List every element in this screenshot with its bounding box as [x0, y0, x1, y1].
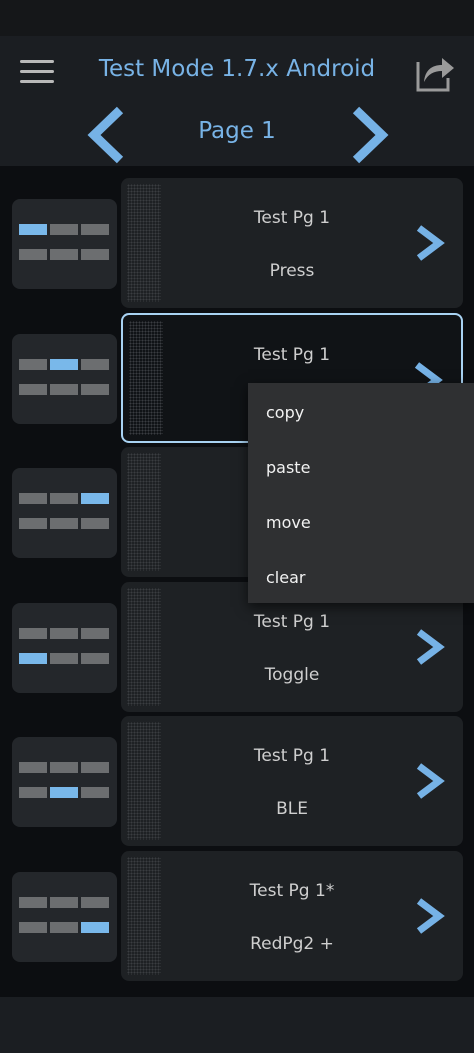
chevron-right-icon[interactable]	[413, 763, 447, 799]
menu-icon[interactable]	[20, 60, 54, 86]
grid-cell	[50, 493, 78, 504]
grid-cell	[50, 384, 78, 395]
grid-cell	[19, 897, 47, 908]
grid-cell-active	[50, 359, 78, 370]
status-bar	[0, 0, 474, 36]
grid-cell-active	[19, 653, 47, 664]
grid-cell	[81, 897, 109, 908]
share-icon[interactable]	[412, 50, 456, 94]
page-label: Page 1	[198, 118, 276, 144]
list-item: Test Pg 1* RedPg2 +	[0, 851, 474, 981]
grid-cell	[50, 518, 78, 529]
button-grid-thumbnail[interactable]	[12, 199, 117, 289]
drag-handle[interactable]	[127, 588, 161, 706]
grid-cell-active	[81, 493, 109, 504]
card-subtitle: Toggle	[264, 665, 320, 685]
button-grid-thumbnail[interactable]	[12, 603, 117, 693]
grid-cell	[19, 249, 47, 260]
button-grid-thumbnail[interactable]	[12, 872, 117, 962]
grid-cell-active	[50, 787, 78, 798]
chevron-right-icon[interactable]	[346, 106, 392, 164]
grid-cell-active	[81, 922, 109, 933]
menu-item-clear[interactable]: clear	[266, 568, 305, 587]
grid-cell	[50, 628, 78, 639]
chevron-left-icon[interactable]	[84, 106, 130, 164]
card-title: Test Pg 1	[253, 208, 331, 228]
grid-cell	[19, 493, 47, 504]
card-subtitle: BLE	[276, 799, 308, 819]
drag-handle[interactable]	[127, 857, 161, 975]
grid-cell	[50, 653, 78, 664]
menu-item-paste[interactable]: paste	[266, 458, 310, 477]
grid-cell	[19, 762, 47, 773]
grid-cell	[50, 897, 78, 908]
grid-cell	[81, 518, 109, 529]
button-card[interactable]: Test Pg 1 BLE	[121, 716, 463, 846]
grid-cell	[19, 518, 47, 529]
page-title: Test Mode 1.7.x Android	[98, 56, 376, 82]
button-card[interactable]: Test Pg 1* RedPg2 +	[121, 851, 463, 981]
list-item: Test Pg 1 BLE	[0, 716, 474, 846]
grid-cell	[50, 922, 78, 933]
grid-cell	[50, 762, 78, 773]
grid-cell	[81, 249, 109, 260]
grid-cell-active	[19, 224, 47, 235]
button-grid-thumbnail[interactable]	[12, 468, 117, 558]
menu-item-move[interactable]: move	[266, 513, 311, 532]
grid-cell	[81, 787, 109, 798]
card-title: Test Pg 1	[253, 612, 331, 632]
grid-cell	[19, 384, 47, 395]
chevron-right-icon[interactable]	[413, 898, 447, 934]
context-menu: copy paste move clear	[248, 383, 474, 603]
button-card[interactable]: Test Pg 1 Press	[121, 178, 463, 308]
drag-handle[interactable]	[127, 453, 161, 571]
grid-cell	[81, 653, 109, 664]
card-subtitle: RedPg2 +	[250, 934, 334, 954]
button-grid-thumbnail[interactable]	[12, 737, 117, 827]
grid-cell	[81, 224, 109, 235]
drag-handle[interactable]	[129, 321, 163, 435]
grid-cell	[19, 628, 47, 639]
grid-cell	[19, 359, 47, 370]
grid-cell	[81, 359, 109, 370]
chevron-right-icon[interactable]	[413, 225, 447, 261]
drag-handle[interactable]	[127, 184, 161, 302]
card-title: Test Pg 1	[253, 345, 331, 365]
button-grid-thumbnail[interactable]	[12, 334, 117, 424]
card-title: Test Pg 1*	[249, 881, 335, 901]
menu-item-copy[interactable]: copy	[266, 403, 304, 422]
grid-cell	[50, 224, 78, 235]
grid-cell	[19, 922, 47, 933]
drag-handle[interactable]	[127, 722, 161, 840]
card-title: Test Pg 1	[253, 746, 331, 766]
chevron-right-icon[interactable]	[413, 629, 447, 665]
grid-cell	[81, 762, 109, 773]
card-subtitle: Press	[269, 261, 315, 281]
grid-cell	[19, 787, 47, 798]
grid-cell	[81, 384, 109, 395]
grid-cell	[50, 249, 78, 260]
bottom-bar	[0, 997, 474, 1053]
grid-cell	[81, 628, 109, 639]
list-item: Test Pg 1 Press	[0, 178, 474, 308]
